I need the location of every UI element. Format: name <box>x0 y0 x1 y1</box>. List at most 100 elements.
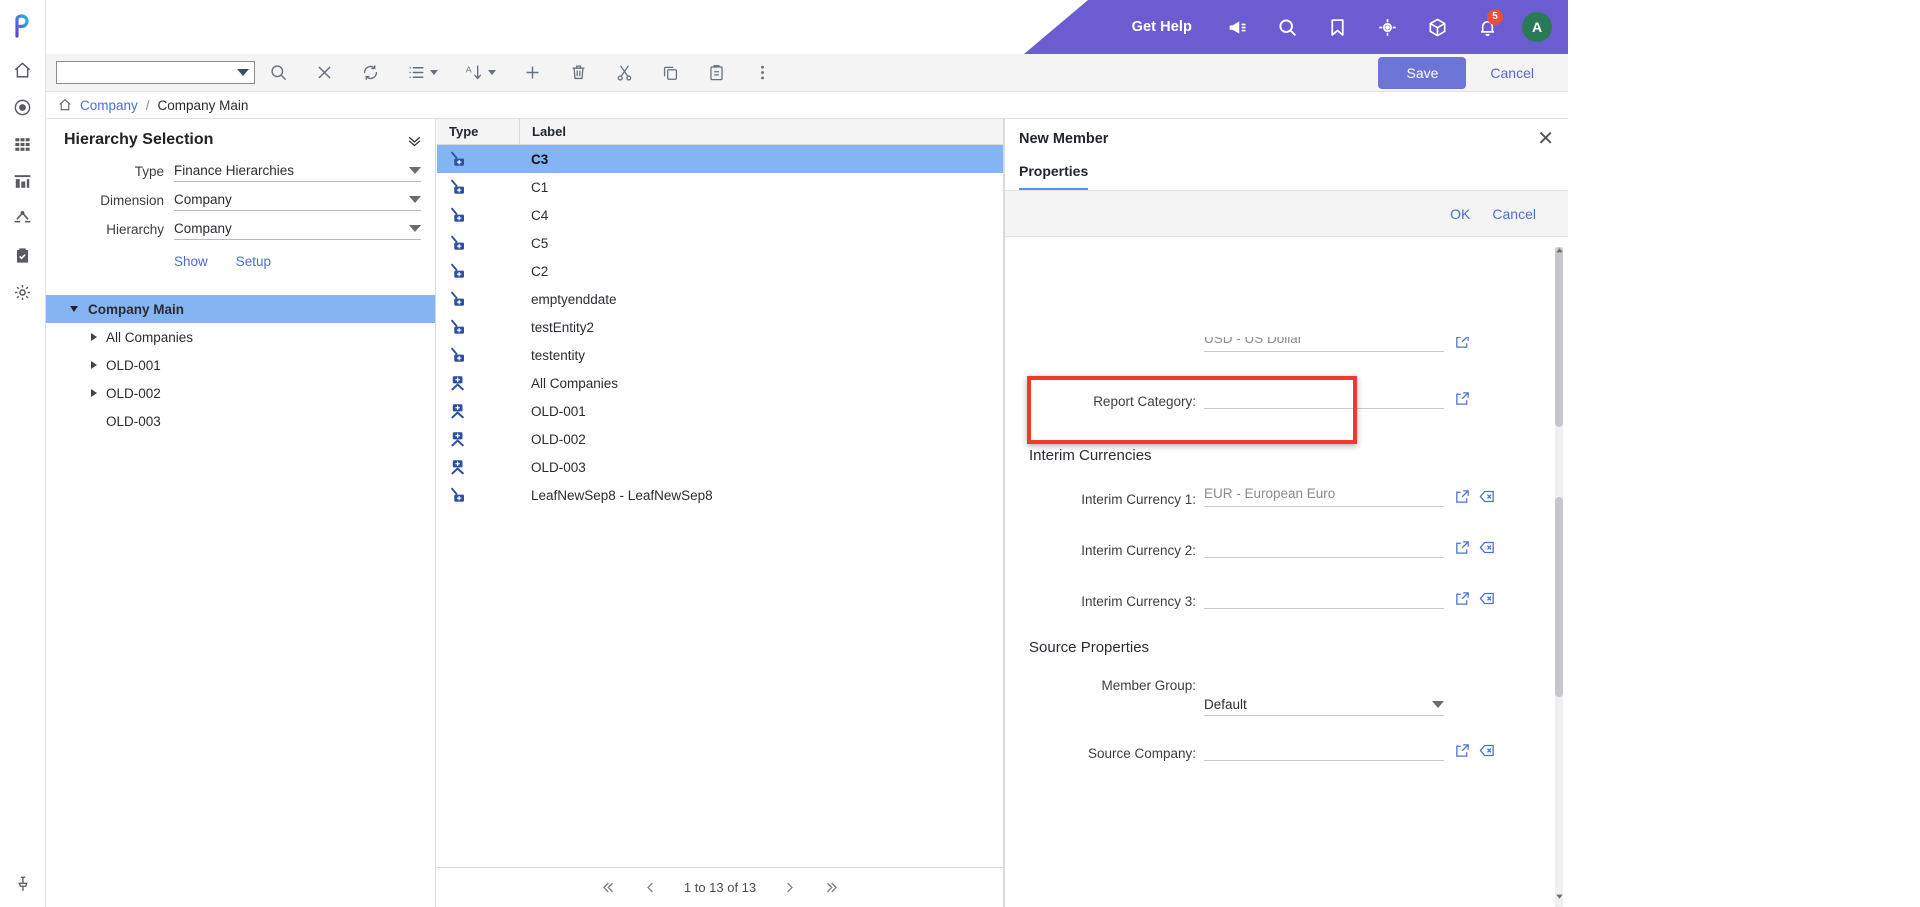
bell-icon[interactable]: 5 <box>1462 0 1512 54</box>
grid-column-type[interactable]: Type <box>437 124 519 139</box>
tree-node-company-main[interactable]: Company Main <box>46 295 435 323</box>
pin-icon[interactable] <box>0 875 46 893</box>
open-external-icon[interactable] <box>1454 742 1471 759</box>
toolbar-list-button[interactable] <box>393 54 451 92</box>
tree-node-old-002[interactable]: OLD-002 <box>46 379 435 407</box>
previous-page-button[interactable] <box>643 880 658 895</box>
close-icon[interactable]: ✕ <box>1537 129 1554 149</box>
toolbar-search-button[interactable] <box>255 54 301 92</box>
field-type-select[interactable]: Finance Hierarchies <box>174 163 421 182</box>
chevron-right-icon[interactable] <box>86 361 102 369</box>
source-company-label: Source Company: <box>1087 746 1196 761</box>
tree-node-all-companies[interactable]: All Companies <box>46 323 435 351</box>
home-icon[interactable] <box>58 98 72 112</box>
members-grid: Type Label C3 C1 C4 C5 C2 emptyenddate testEnt… <box>437 118 1004 907</box>
chevron-down-icon[interactable] <box>66 306 82 312</box>
interim-currency-1-value[interactable]: EUR - European Euro <box>1204 486 1444 507</box>
table-row[interactable]: OLD-003 <box>437 453 1003 481</box>
open-external-icon[interactable] <box>1454 539 1471 556</box>
source-company-value[interactable] <box>1204 740 1444 761</box>
field-dimension-select[interactable]: Company <box>174 192 421 211</box>
field-dimension-value: Company <box>174 192 232 207</box>
table-cell-label: C4 <box>531 207 549 223</box>
rail-item-settings[interactable] <box>0 274 45 311</box>
first-page-button[interactable] <box>602 880 617 895</box>
tree-node-old-001[interactable]: OLD-001 <box>46 351 435 379</box>
search-icon[interactable] <box>1262 0 1312 54</box>
user-avatar[interactable]: A <box>1522 12 1552 42</box>
table-row[interactable]: testEntity2 <box>437 313 1003 341</box>
open-external-icon[interactable] <box>1454 337 1471 350</box>
setup-link[interactable]: Setup <box>236 254 271 269</box>
megaphone-icon[interactable] <box>1212 0 1262 54</box>
report-category-value[interactable] <box>1204 388 1444 409</box>
interim-currency-3-value[interactable] <box>1204 588 1444 609</box>
rail-item-eye[interactable] <box>0 89 45 126</box>
table-row[interactable]: C1 <box>437 173 1003 201</box>
currency-value[interactable]: USD - US Dollar <box>1204 337 1444 352</box>
table-row[interactable]: C5 <box>437 229 1003 257</box>
show-link[interactable]: Show <box>174 254 208 269</box>
chevron-right-icon[interactable] <box>86 389 102 397</box>
clear-field-icon[interactable] <box>1479 590 1496 607</box>
target-icon[interactable] <box>1362 0 1412 54</box>
properties-form: USD - US Dollar Report Category: Interim… <box>1005 337 1568 907</box>
bookmark-icon[interactable] <box>1312 0 1362 54</box>
panel-scrollbar-thumb-upper[interactable] <box>1555 247 1563 427</box>
ok-button[interactable]: OK <box>1450 206 1470 222</box>
toolbar-refresh-button[interactable] <box>347 54 393 92</box>
rail-item-home[interactable] <box>0 52 45 89</box>
chevron-right-icon[interactable] <box>86 333 102 341</box>
save-button[interactable]: Save <box>1378 56 1467 89</box>
toolbar-paste-button[interactable] <box>693 54 739 92</box>
table-row[interactable]: LeafNewSep8 - LeafNewSep8 <box>437 481 1003 509</box>
interim-currency-2-value[interactable] <box>1204 537 1444 558</box>
table-row[interactable]: C3 <box>437 145 1003 173</box>
open-external-icon[interactable] <box>1454 390 1471 407</box>
table-row[interactable]: All Companies <box>437 369 1003 397</box>
cancel-button[interactable]: Cancel <box>1472 57 1552 89</box>
member-filter-combo[interactable] <box>56 61 255 84</box>
last-page-button[interactable] <box>823 880 838 895</box>
toolbar-copy-button[interactable] <box>647 54 693 92</box>
toolbar-cut-button[interactable] <box>601 54 647 92</box>
panel-cancel-button[interactable]: Cancel <box>1492 206 1536 222</box>
clear-field-icon[interactable] <box>1479 742 1496 759</box>
header-slant-decoration <box>1024 0 1088 54</box>
table-row[interactable]: C4 <box>437 201 1003 229</box>
get-help-link[interactable]: Get Help <box>1124 19 1212 35</box>
rail-item-chart[interactable] <box>0 163 45 200</box>
toolbar-sort-button[interactable]: A <box>451 54 509 92</box>
rail-item-hierarchy[interactable] <box>0 200 45 237</box>
grid-column-label[interactable]: Label <box>519 118 1003 145</box>
tree-node-old-003[interactable]: OLD-003 <box>46 407 435 435</box>
breadcrumb-link-company[interactable]: Company <box>80 98 138 113</box>
cube-icon[interactable] <box>1412 0 1462 54</box>
field-hierarchy-select[interactable]: Company <box>174 221 421 240</box>
rail-item-tasks[interactable] <box>0 237 45 274</box>
open-external-icon[interactable] <box>1454 590 1471 607</box>
chevron-double-down-icon[interactable] <box>406 132 423 154</box>
rail-item-grid[interactable] <box>0 126 45 163</box>
table-row[interactable]: C2 <box>437 257 1003 285</box>
scroll-down-icon[interactable] <box>1552 889 1566 903</box>
open-external-icon[interactable] <box>1454 488 1471 505</box>
table-row[interactable]: testentity <box>437 341 1003 369</box>
scroll-up-icon[interactable] <box>1552 243 1566 257</box>
panel-scrollbar-thumb[interactable] <box>1555 497 1563 697</box>
toolbar-add-button[interactable] <box>509 54 555 92</box>
clear-field-icon[interactable] <box>1479 539 1496 556</box>
toolbar-more-button[interactable] <box>739 54 785 92</box>
member-group-select[interactable]: Default <box>1204 697 1444 716</box>
tree-node-label: OLD-001 <box>106 357 161 373</box>
report-category-label: Report Category: <box>1093 394 1196 409</box>
clear-field-icon[interactable] <box>1479 488 1496 505</box>
table-row[interactable]: OLD-001 <box>437 397 1003 425</box>
table-row[interactable]: OLD-002 <box>437 425 1003 453</box>
app-logo[interactable] <box>0 0 45 52</box>
table-row[interactable]: emptyenddate <box>437 285 1003 313</box>
tab-properties[interactable]: Properties <box>1019 163 1089 191</box>
next-page-button[interactable] <box>782 880 797 895</box>
toolbar-delete-button[interactable] <box>555 54 601 92</box>
toolbar-clear-button[interactable] <box>301 54 347 92</box>
